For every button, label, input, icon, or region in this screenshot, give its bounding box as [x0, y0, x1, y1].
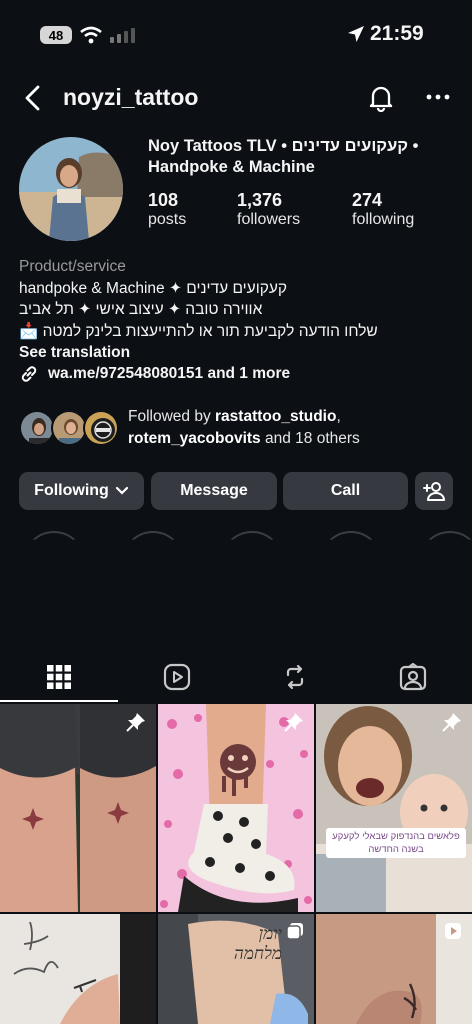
story-highlight[interactable] — [221, 531, 283, 540]
stat-label: posts — [148, 211, 187, 228]
stat-label: following — [352, 211, 415, 228]
profile-username: noyzi_tattoo — [63, 84, 199, 110]
link-text: wa.me/972548080151 and 1 more — [48, 365, 291, 382]
chevron-down-icon — [115, 486, 128, 495]
followed-by-prefix: Followed by — [128, 408, 216, 425]
bio-line: שלחו הודעה לקביעת תור או להתייעצות בלינק… — [19, 322, 378, 340]
call-button[interactable]: Call — [283, 472, 408, 510]
followed-by-separator: , — [336, 408, 341, 425]
caption-line: פלאשים בהנדפוק שבאלי לקעקע — [332, 831, 460, 842]
grid-post[interactable]: יומן מלחמה — [158, 914, 314, 1024]
stat-following[interactable]: 274 following — [352, 190, 414, 229]
call-label: Call — [330, 482, 361, 499]
suggest-people-button[interactable] — [415, 472, 453, 510]
more-options-icon[interactable] — [426, 94, 450, 100]
mutual-follower-name[interactable]: rotem_yacobovits — [128, 430, 261, 447]
pinned-icon — [126, 713, 145, 732]
battery-indicator: 48 — [40, 26, 72, 44]
stat-followers[interactable]: 1,376 followers — [237, 190, 300, 229]
follower-avatar[interactable] — [19, 410, 55, 446]
profile-avatar[interactable] — [19, 137, 123, 241]
bio-line: קעקועים עדינים ✦ handpoke & Machine — [19, 279, 288, 297]
add-person-icon — [423, 482, 445, 501]
pinned-icon — [442, 713, 461, 732]
followed-by-text[interactable]: Followed by rastattoo_studio, rotem_yaco… — [128, 406, 360, 450]
grid-icon — [47, 665, 71, 689]
tab-posts-grid[interactable] — [0, 656, 118, 698]
caption-line: בשנה החדשה — [368, 844, 424, 855]
story-highlight[interactable] — [23, 531, 85, 540]
reel-icon — [445, 923, 461, 939]
location-arrow-icon — [348, 26, 364, 42]
pinned-icon — [284, 713, 303, 732]
profile-link[interactable]: wa.me/972548080151 and 1 more — [19, 364, 290, 384]
mutual-follower-name[interactable]: rastattoo_studio — [215, 408, 336, 425]
reels-icon — [163, 663, 191, 691]
followed-by-suffix: and 18 others — [260, 430, 360, 447]
tab-reels[interactable] — [118, 656, 236, 698]
signal-icon — [110, 28, 135, 43]
see-translation-link[interactable]: See translation — [19, 342, 459, 364]
follower-avatar[interactable] — [83, 410, 119, 446]
message-label: Message — [180, 482, 248, 499]
follower-avatar[interactable] — [51, 410, 87, 446]
tagged-person-icon — [399, 663, 427, 691]
grid-post[interactable] — [0, 914, 156, 1024]
stat-label: followers — [237, 211, 301, 228]
link-icon — [21, 366, 37, 382]
profile-category: Product/service — [19, 258, 126, 275]
tab-tagged[interactable] — [354, 656, 472, 698]
active-tab-indicator — [0, 700, 118, 702]
carousel-icon — [286, 923, 303, 940]
profile-bio: Product/service קעקועים עדינים ✦ handpok… — [19, 256, 459, 364]
story-highlight[interactable] — [122, 531, 184, 540]
post-handwritten-text: יומן מלחמה — [233, 924, 282, 964]
stat-value: 1,376 — [237, 190, 283, 210]
profile-display-name: Noy Tattoos TLV • קעקועים עדינים • Handp… — [148, 137, 419, 176]
tab-reposts[interactable] — [236, 656, 354, 698]
clock: 21:59 — [370, 22, 424, 45]
following-label: Following — [34, 482, 109, 499]
grid-post[interactable] — [158, 704, 314, 912]
stat-value: 274 — [352, 190, 383, 210]
repost-icon — [286, 664, 304, 690]
grid-post[interactable] — [316, 914, 472, 1024]
grid-post[interactable]: פלאשים בהנדפוק שבאלי לקעקע בשנה החדשה — [316, 704, 472, 912]
stat-posts[interactable]: 108 posts — [148, 190, 186, 229]
bell-icon[interactable] — [368, 84, 394, 112]
back-icon[interactable] — [24, 85, 42, 111]
post-caption-overlay: פלאשים בהנדפוק שבאלי לקעקע בשנה החדשה — [326, 828, 466, 858]
story-highlight[interactable] — [320, 531, 382, 540]
grid-post[interactable] — [0, 704, 156, 912]
message-button[interactable]: Message — [151, 472, 277, 510]
battery-level: 48 — [48, 27, 64, 43]
stat-value: 108 — [148, 190, 179, 210]
following-button[interactable]: Following — [19, 472, 144, 510]
bio-line: אווירה טובה ✦ עיצוב אישי ✦ תל אביב — [19, 301, 263, 318]
story-highlight[interactable] — [419, 531, 472, 540]
wifi-icon — [80, 26, 102, 44]
